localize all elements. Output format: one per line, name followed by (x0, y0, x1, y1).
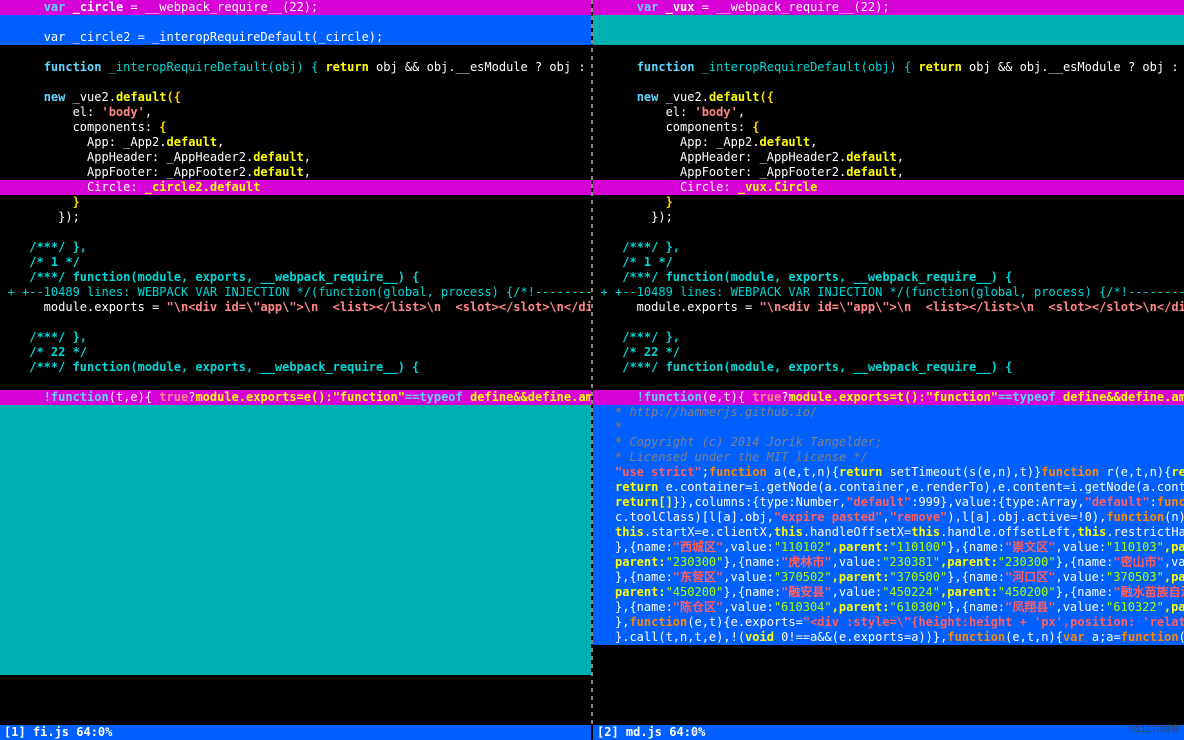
code-line: }); (593, 210, 1184, 225)
code-line: Circle: _circle2.default (0, 180, 591, 195)
code-line (0, 375, 591, 390)
diff-split-view: var _circle = __webpack_require__(22); v… (0, 0, 1184, 725)
fold-line[interactable]: + +--10489 lines: WEBPACK VAR INJECTION … (593, 285, 1184, 300)
code-line: components: { (593, 120, 1184, 135)
code-line (593, 45, 1184, 60)
code-line: el: 'body', (593, 105, 1184, 120)
code-line: /***/ }, (0, 240, 591, 255)
diff-filler-block (0, 405, 591, 675)
code-line (0, 75, 591, 90)
status-bar-right: [2] md.js 64:0% (593, 725, 1184, 740)
code-line: /***/ function(module, exports, __webpac… (593, 360, 1184, 375)
code-line: components: { (0, 120, 591, 135)
code-line (593, 225, 1184, 240)
code-line: var _vux = __webpack_require__(22); (593, 0, 1184, 15)
code-line: var _circle2 = _interopRequireDefault(_c… (0, 30, 591, 45)
code-line: function _interopRequireDefault(obj) { r… (0, 60, 591, 75)
watermark: ©51CTO博客 (1129, 723, 1180, 738)
code-line: new _vue2.default({ (0, 90, 591, 105)
code-line: } (0, 195, 591, 210)
code-line: /***/ function(module, exports, __webpac… (593, 270, 1184, 285)
code-line: Circle: _vux.Circle (593, 180, 1184, 195)
code-line: /* 1 */ (0, 255, 591, 270)
code-line: App: _App2.default, (593, 135, 1184, 150)
code-line (593, 15, 1184, 30)
code-line: module.exports = "\n<div id=\"app\">\n <… (593, 300, 1184, 315)
code-line: new _vue2.default({ (593, 90, 1184, 105)
code-line: /* 1 */ (593, 255, 1184, 270)
code-line: AppHeader: _AppHeader2.default, (593, 150, 1184, 165)
code-line (0, 225, 591, 240)
code-line: var _circle = __webpack_require__(22); (0, 0, 591, 15)
code-line: el: 'body', (0, 105, 591, 120)
code-line: AppHeader: _AppHeader2.default, (0, 150, 591, 165)
code-line (0, 15, 591, 30)
code-line (593, 30, 1184, 45)
code-line: /***/ }, (593, 240, 1184, 255)
code-line (593, 375, 1184, 390)
code-line: /* 22 */ (0, 345, 591, 360)
code-line: /***/ function(module, exports, __webpac… (0, 360, 591, 375)
code-line: function _interopRequireDefault(obj) { r… (593, 60, 1184, 75)
status-bar-row: [1] fi.js 64:0% [2] md.js 64:0% (0, 725, 1184, 740)
code-line: } (593, 195, 1184, 210)
diff-added-block: * http://hammerjs.github.io/ * * Copyrig… (593, 405, 1184, 645)
code-line: AppFooter: _AppFooter2.default, (0, 165, 591, 180)
code-line (593, 75, 1184, 90)
code-line: App: _App2.default, (0, 135, 591, 150)
code-line: !function(e,t){ true?module.exports=t():… (593, 390, 1184, 405)
fold-line[interactable]: + +--10489 lines: WEBPACK VAR INJECTION … (0, 285, 591, 300)
code-line (0, 45, 591, 60)
code-line (593, 315, 1184, 330)
status-bar-left: [1] fi.js 64:0% (0, 725, 591, 740)
code-line (0, 315, 591, 330)
code-line: module.exports = "\n<div id=\"app\">\n <… (0, 300, 591, 315)
code-line: }); (0, 210, 591, 225)
code-line: /* 22 */ (593, 345, 1184, 360)
left-pane[interactable]: var _circle = __webpack_require__(22); v… (0, 0, 591, 725)
code-line: /***/ }, (593, 330, 1184, 345)
code-line: /***/ function(module, exports, __webpac… (0, 270, 591, 285)
code-line: AppFooter: _AppFooter2.default, (593, 165, 1184, 180)
code-line: /***/ }, (0, 330, 591, 345)
right-pane[interactable]: var _vux = __webpack_require__(22); func… (593, 0, 1184, 725)
code-line: !function(t,e){ true?module.exports=e():… (0, 390, 591, 405)
